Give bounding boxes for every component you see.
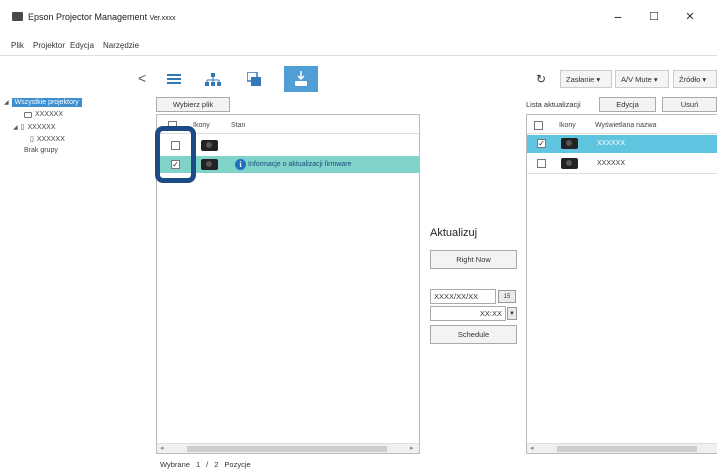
firmware-info-text[interactable]: Informacje o aktualizacji firmware <box>248 161 351 168</box>
expand-arrow-icon: ◢ <box>13 124 18 131</box>
row-checkbox-checked[interactable]: ✓ <box>537 139 546 148</box>
toolbar: < ↻ Zasłanie ▾ A/V Mute ▾ Źródło ▾ <box>0 64 717 94</box>
column-icons: Ikony <box>193 122 210 129</box>
projector-name: XXXXXX <box>597 140 626 147</box>
total-count: 2 <box>214 460 219 469</box>
info-icon: i <box>235 159 246 170</box>
schedule-button[interactable]: Schedule <box>430 325 517 344</box>
update-title: Aktualizuj <box>430 227 478 239</box>
tree-item-label: XXXXXX <box>36 135 65 143</box>
projector-icon <box>561 138 578 149</box>
time-field[interactable]: XX:XX <box>430 306 506 321</box>
scroll-left-icon[interactable]: ◂ <box>160 444 164 454</box>
update-list-title: Lista aktualizacji <box>526 100 581 109</box>
menu-bar: Plik Projektor Edycja Narzędzie <box>0 36 717 56</box>
projector-icon <box>561 158 578 169</box>
app-name: Epson Projector Management <box>28 12 148 22</box>
close-button[interactable]: ✕ <box>676 6 704 28</box>
projector-tree: ◢ Wszystkie projektory XXXXXX ◢ ▯ XXXXXX… <box>0 96 150 474</box>
chevron-down-icon: ▼ <box>509 310 515 317</box>
app-title: Epson Projector Management Ver.xxxx <box>28 12 176 22</box>
time-dropdown-button[interactable]: ▼ <box>507 307 517 320</box>
minimize-button[interactable]: − <box>604 6 632 28</box>
refresh-icon: ↻ <box>536 72 547 86</box>
scroll-right-icon[interactable]: ▸ <box>410 444 414 454</box>
scroll-thumb[interactable] <box>187 446 387 452</box>
menu-edit[interactable]: Edycja <box>70 41 94 50</box>
group-view-icon <box>205 72 221 86</box>
projector-name: XXXXXX <box>597 160 626 167</box>
tree-item-all-label: Wszystkie projektory <box>11 98 82 107</box>
header-divider <box>157 133 419 134</box>
tree-item-group[interactable]: ◢ ▯ XXXXXX <box>13 123 56 132</box>
tree-item-subgroup[interactable]: ▯ XXXXXX <box>30 135 65 144</box>
horizontal-scrollbar[interactable]: ◂ ▸ <box>157 443 419 453</box>
tree-item-all[interactable]: ◢ Wszystkie projektory <box>4 98 82 107</box>
date-field[interactable]: XXXX/XX/XX <box>430 289 496 304</box>
status-bar: Wybrane 1 / 2 Pozycje <box>160 460 251 469</box>
select-all-checkbox[interactable] <box>534 121 543 130</box>
tree-item-label: XXXXXX <box>27 123 56 131</box>
tree-item-label: XXXXXX <box>35 111 64 118</box>
list-view-tab[interactable] <box>157 66 191 92</box>
collapse-sidebar-button[interactable]: < <box>138 70 146 86</box>
checkbox-focus-callout <box>155 126 196 183</box>
column-icons: Ikony <box>559 122 576 129</box>
projector-icon <box>201 140 218 151</box>
right-now-button[interactable]: Right Now <box>430 250 517 269</box>
row-divider <box>527 173 717 174</box>
tree-item-label: Brak grupy <box>24 147 58 154</box>
title-bar: Epson Projector Management Ver.xxxx − ☐ … <box>0 0 717 36</box>
column-status: Stan <box>231 122 246 129</box>
maximize-button[interactable]: ☐ <box>640 6 668 28</box>
app-icon <box>12 12 23 21</box>
tree-item-no-group[interactable]: Brak grupy <box>24 147 58 154</box>
group-view-tab[interactable] <box>196 66 230 92</box>
projector-icon <box>201 159 218 170</box>
update-list-panel: Ikony Wyświetlana nazwa ✓ XXXXXX XXXXXX … <box>526 114 717 454</box>
menu-tools[interactable]: Narzędzie <box>103 41 139 50</box>
expand-arrow-icon: ◢ <box>4 100 9 106</box>
firmware-update-tab[interactable] <box>284 66 318 92</box>
selected-label: Wybrane <box>160 460 190 469</box>
list-view-icon <box>167 74 181 84</box>
layout-view-icon <box>247 72 261 86</box>
tree-item-projector[interactable]: XXXXXX <box>24 111 63 118</box>
shutter-button[interactable]: Zasłanie ▾ <box>560 70 612 88</box>
firmware-update-icon <box>295 71 307 86</box>
horizontal-scrollbar[interactable]: ◂ <box>527 443 717 453</box>
edit-button[interactable]: Edycja <box>599 97 656 112</box>
count-separator: / <box>206 460 209 469</box>
menu-file[interactable]: Plik <box>11 41 24 50</box>
source-button[interactable]: Źródło ▾ <box>673 70 717 88</box>
select-file-button[interactable]: Wybierz plik <box>156 97 230 112</box>
projector-icon <box>24 111 32 118</box>
group-icon: ▯ <box>30 136 34 143</box>
delete-button[interactable]: Usuń <box>662 97 717 112</box>
row-checkbox[interactable] <box>537 159 546 168</box>
av-mute-button[interactable]: A/V Mute ▾ <box>615 70 669 88</box>
refresh-button[interactable]: ↻ <box>536 70 554 88</box>
column-name: Wyświetlana nazwa <box>595 122 657 129</box>
app-version: Ver.xxxx <box>149 15 176 22</box>
items-label: Pozycje <box>224 460 251 469</box>
layout-view-tab[interactable] <box>237 66 271 92</box>
calendar-button[interactable]: 15 <box>498 290 516 303</box>
scroll-left-icon[interactable]: ◂ <box>530 444 534 454</box>
header-divider <box>527 133 717 134</box>
menu-projector[interactable]: Projektor <box>33 41 65 50</box>
group-icon: ▯ <box>20 124 25 131</box>
scroll-thumb[interactable] <box>557 446 697 452</box>
selected-count: 1 <box>195 460 201 469</box>
